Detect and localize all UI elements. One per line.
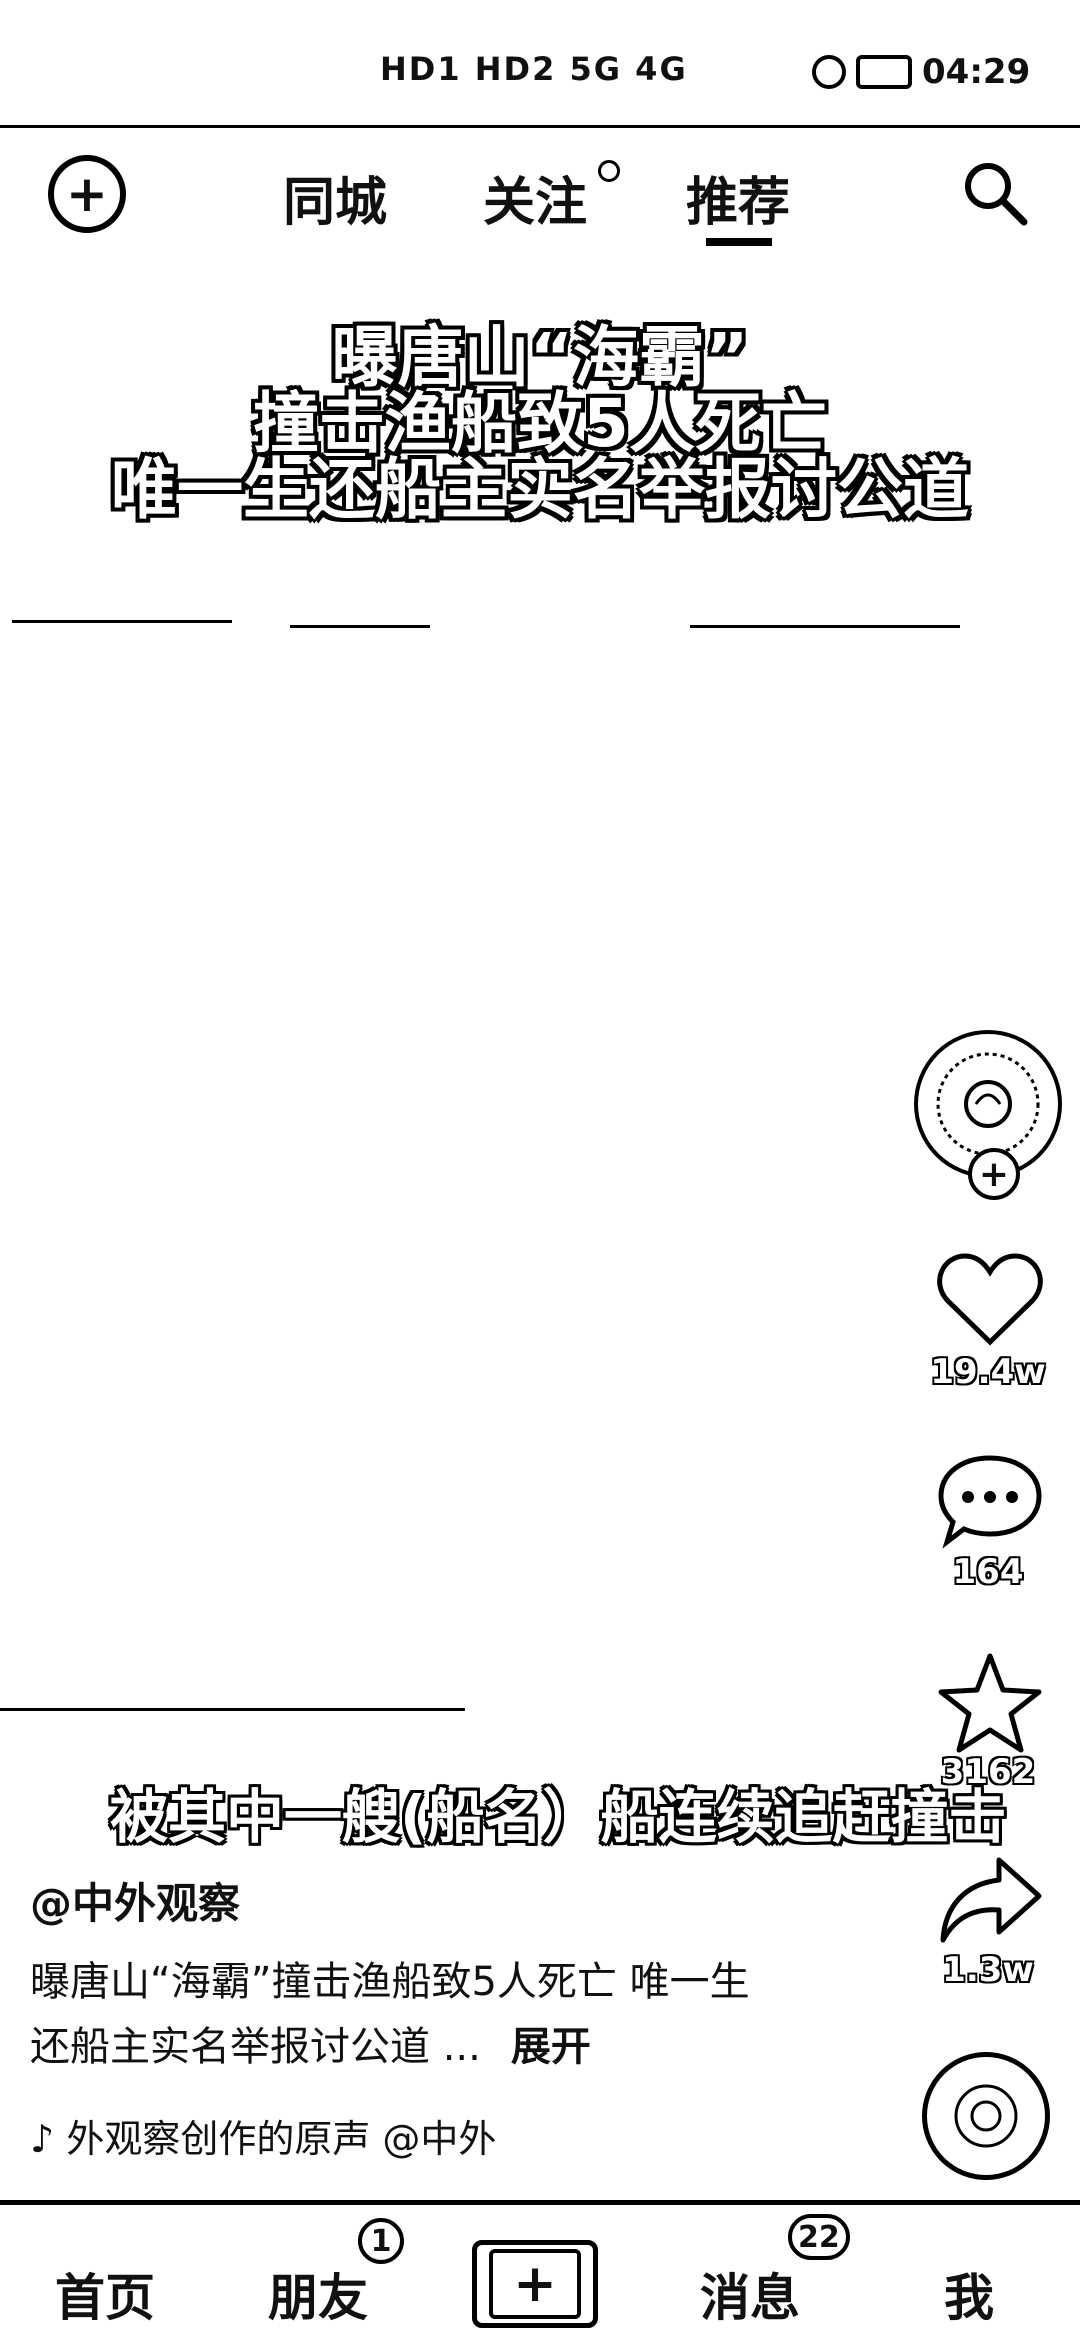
video-frame-line bbox=[0, 1708, 465, 1711]
music-label[interactable]: ♪ 外观察创作的原声 @中外 bbox=[30, 2108, 496, 2163]
post-description: 曝唐山“海霸”撞击渔船致5人死亡 唯一生还船主实名举报讨公道 ... 展开 bbox=[30, 1950, 750, 2080]
signal-indicators: HD1 HD2 5G 4G bbox=[380, 50, 688, 88]
search-icon[interactable] bbox=[960, 158, 1030, 228]
nav-friends[interactable]: 朋友 bbox=[268, 2258, 368, 2330]
comment-count: 164 bbox=[952, 1552, 1024, 1592]
headline-line-1: 曝唐山“海霸” bbox=[331, 319, 749, 396]
like-count: 19.4w bbox=[930, 1352, 1046, 1392]
tab-recommend[interactable]: 推荐 bbox=[686, 160, 790, 235]
music-disc-icon bbox=[954, 2084, 1018, 2148]
create-button[interactable]: + bbox=[472, 2240, 598, 2328]
create-plus-icon: + bbox=[489, 2249, 581, 2319]
video-frame-line bbox=[290, 625, 430, 628]
follow-plus-button[interactable]: + bbox=[968, 1148, 1020, 1200]
friends-badge: 1 bbox=[358, 2218, 404, 2264]
expand-link[interactable]: 展开 bbox=[511, 2024, 591, 2070]
tab-local[interactable]: 同城 bbox=[283, 160, 387, 235]
messages-badge: 22 bbox=[788, 2214, 850, 2260]
video-frame-line bbox=[690, 625, 960, 628]
battery-icon bbox=[856, 55, 912, 89]
headline-line-2: 撞击渔船致5人死亡 bbox=[253, 385, 827, 462]
comment-bubble-icon[interactable] bbox=[935, 1450, 1045, 1550]
heart-icon[interactable] bbox=[935, 1250, 1045, 1350]
star-icon[interactable] bbox=[935, 1650, 1045, 1756]
share-count: 1.3w bbox=[942, 1950, 1034, 1990]
tab-following[interactable]: 关注 bbox=[483, 160, 587, 235]
status-right: 04:29 bbox=[812, 52, 1030, 92]
description-text: 曝唐山“海霸”撞击渔船致5人死亡 唯一生还船主实名举报讨公道 ... bbox=[30, 1959, 750, 2070]
video-subtitle: 被其中一艘(船名）船连续追赶撞击 bbox=[110, 1783, 1007, 1851]
headline-line-3: 唯一生还船主实名举报讨公道 bbox=[111, 451, 969, 528]
share-arrow-icon[interactable] bbox=[935, 1850, 1045, 1950]
status-bar: HD1 HD2 5G 4G 04:29 bbox=[0, 0, 1080, 128]
following-dot-indicator bbox=[598, 160, 620, 182]
nav-me[interactable]: 我 bbox=[944, 2258, 994, 2330]
video-headline: 曝唐山“海霸” 撞击渔船致5人死亡 唯一生还船主实名举报讨公道 bbox=[60, 325, 1020, 523]
nav-home[interactable]: 首页 bbox=[55, 2258, 155, 2330]
nav-messages[interactable]: 消息 bbox=[700, 2258, 800, 2330]
status-time: 04:29 bbox=[922, 52, 1031, 92]
video-frame-line bbox=[12, 620, 232, 623]
active-tab-underline bbox=[706, 238, 772, 246]
music-disc[interactable] bbox=[922, 2052, 1050, 2180]
add-icon[interactable]: + bbox=[48, 155, 126, 233]
alarm-icon bbox=[812, 55, 846, 89]
author-handle[interactable]: @中外观察 bbox=[30, 1870, 240, 1931]
